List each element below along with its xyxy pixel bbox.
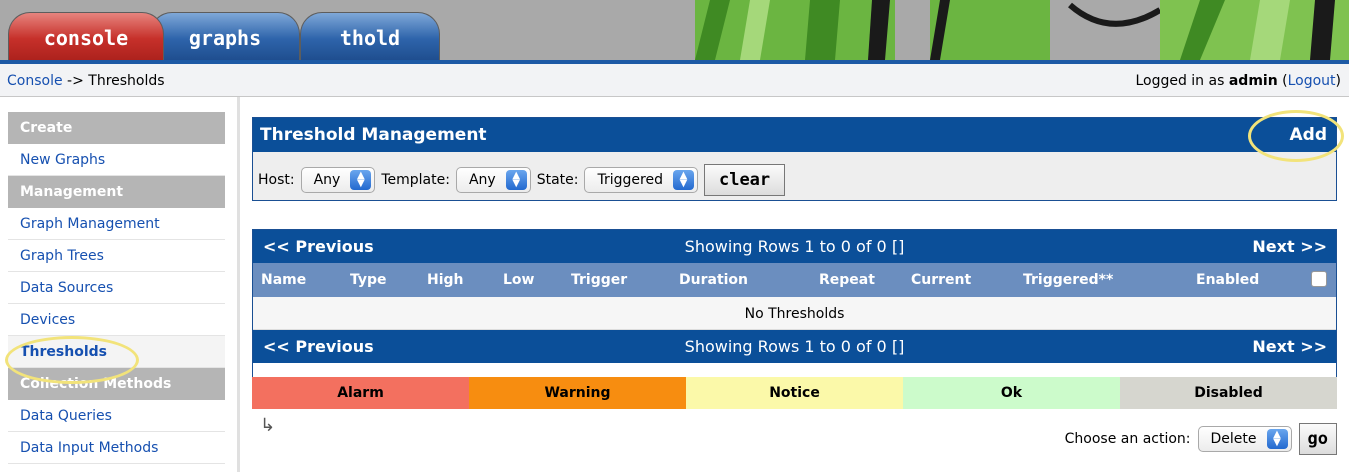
sidebar-item-data-input-methods[interactable]: Data Input Methods xyxy=(8,432,225,464)
select-arrows-icon: ▲ ▼ xyxy=(505,169,527,190)
table-header-row: Name Type High Low Trigger Duration Repe… xyxy=(253,263,1336,297)
sidebar-header-create: Create xyxy=(8,112,225,144)
column-header-name[interactable]: Name xyxy=(261,272,306,288)
column-header-current[interactable]: Current xyxy=(911,272,971,288)
breadcrumb-current: Thresholds xyxy=(88,73,165,89)
sidebar: Create New Graphs Management Graph Manag… xyxy=(0,97,240,472)
top-tab-bar: console graphs thold xyxy=(0,0,1349,60)
login-prefix: Logged in as xyxy=(1135,73,1229,89)
tab-thold-label: thold xyxy=(339,26,401,50)
sidebar-header-collection-methods: Collection Methods xyxy=(8,368,225,400)
breadcrumb-separator: -> xyxy=(62,73,89,89)
sidebar-item-thresholds[interactable]: Thresholds xyxy=(8,336,225,368)
legend-ok: Ok xyxy=(903,377,1120,409)
threshold-management-header: Threshold Management Add xyxy=(253,118,1336,152)
login-user: admin xyxy=(1228,73,1278,89)
next-page-link-bottom[interactable]: Next >> xyxy=(1252,337,1327,356)
choose-action-label: Choose an action: xyxy=(1064,431,1191,447)
threshold-management-panel: Threshold Management Add Host: Any ▲ ▼ Te… xyxy=(252,117,1337,201)
action-select-value: Delete xyxy=(1210,431,1257,447)
select-arrows-icon: ▲ ▼ xyxy=(672,169,694,190)
legend-alarm: Alarm xyxy=(252,377,469,409)
sidebar-item-new-graphs[interactable]: New Graphs xyxy=(8,144,225,176)
threshold-results-table: Showing Rows 1 to 0 of 0 [] << Previous … xyxy=(252,229,1337,395)
sidebar-item-data-queries[interactable]: Data Queries xyxy=(8,400,225,432)
add-threshold-link[interactable]: Add xyxy=(1290,125,1328,145)
sidebar-item-graph-management[interactable]: Graph Management xyxy=(8,208,225,240)
previous-page-link-bottom[interactable]: << Previous xyxy=(263,337,374,356)
template-filter-select[interactable]: Any ▲ ▼ xyxy=(455,166,531,193)
state-filter-value: Triggered xyxy=(597,171,663,188)
column-header-high[interactable]: High xyxy=(427,272,464,288)
breadcrumb: Console -> Thresholds xyxy=(7,73,165,89)
tab-console[interactable]: console xyxy=(8,12,164,60)
tab-graphs-label: graphs xyxy=(188,26,262,50)
select-arrows-icon: ▲ ▼ xyxy=(350,169,372,190)
host-filter-label: Host: xyxy=(258,171,295,188)
host-filter-value: Any xyxy=(313,171,341,188)
column-header-trigger[interactable]: Trigger xyxy=(571,272,627,288)
select-all-checkbox[interactable] xyxy=(1311,271,1327,287)
column-header-type[interactable]: Type xyxy=(350,272,387,288)
select-arrows-icon: ▲ ▼ xyxy=(1266,429,1288,449)
column-header-triggered[interactable]: Triggered** xyxy=(1023,272,1113,288)
legend-disabled: Disabled xyxy=(1120,377,1337,409)
legend-notice: Notice xyxy=(686,377,903,409)
logout-link[interactable]: Logout xyxy=(1288,73,1336,89)
corner-down-right-arrow-icon: ↳ xyxy=(260,415,276,436)
sidebar-item-data-sources[interactable]: Data Sources xyxy=(8,272,225,304)
empty-table-message: No Thresholds xyxy=(253,297,1336,330)
state-filter-select[interactable]: Triggered ▲ ▼ xyxy=(584,166,698,193)
template-filter-label: Template: xyxy=(381,171,450,188)
status-color-legend: Alarm Warning Notice Ok Disabled xyxy=(252,377,1337,409)
column-header-enabled[interactable]: Enabled xyxy=(1196,272,1259,288)
tab-graphs[interactable]: graphs xyxy=(150,12,300,60)
host-filter-select[interactable]: Any ▲ ▼ xyxy=(300,166,376,193)
legend-warning: Warning xyxy=(469,377,686,409)
action-select[interactable]: Delete ▲ ▼ xyxy=(1197,426,1292,452)
filter-bar: Host: Any ▲ ▼ Template: Any ▲ ▼ State: Tri… xyxy=(253,152,1336,200)
go-button[interactable]: go xyxy=(1298,423,1337,455)
pagination-top: Showing Rows 1 to 0 of 0 [] << Previous … xyxy=(253,230,1336,263)
sidebar-item-graph-trees[interactable]: Graph Trees xyxy=(8,240,225,272)
tab-thold[interactable]: thold xyxy=(300,12,440,60)
action-bar: Choose an action: Delete ▲ ▼ go xyxy=(1065,423,1337,455)
breadcrumb-console-link[interactable]: Console xyxy=(7,73,63,89)
previous-page-link-top[interactable]: << Previous xyxy=(263,237,374,256)
state-filter-label: State: xyxy=(536,171,579,188)
cactus-banner-image xyxy=(640,0,1349,60)
template-filter-value: Any xyxy=(468,171,496,188)
rows-showing-bottom: Showing Rows 1 to 0 of 0 [] xyxy=(684,337,905,356)
login-status: Logged in as admin (Logout) xyxy=(1135,73,1341,89)
column-header-duration[interactable]: Duration xyxy=(679,272,748,288)
column-header-repeat[interactable]: Repeat xyxy=(819,272,875,288)
page-title: Threshold Management xyxy=(260,125,487,145)
pagination-bottom: Showing Rows 1 to 0 of 0 [] << Previous … xyxy=(253,330,1336,363)
rows-showing-top: Showing Rows 1 to 0 of 0 [] xyxy=(684,237,905,256)
sidebar-item-devices[interactable]: Devices xyxy=(8,304,225,336)
clear-button[interactable]: clear xyxy=(703,163,786,196)
column-header-low[interactable]: Low xyxy=(503,272,534,288)
next-page-link-top[interactable]: Next >> xyxy=(1252,237,1327,256)
breadcrumb-bar: Console -> Thresholds Logged in as admin… xyxy=(0,60,1349,97)
tab-console-label: console xyxy=(43,26,129,50)
sidebar-header-management: Management xyxy=(8,176,225,208)
